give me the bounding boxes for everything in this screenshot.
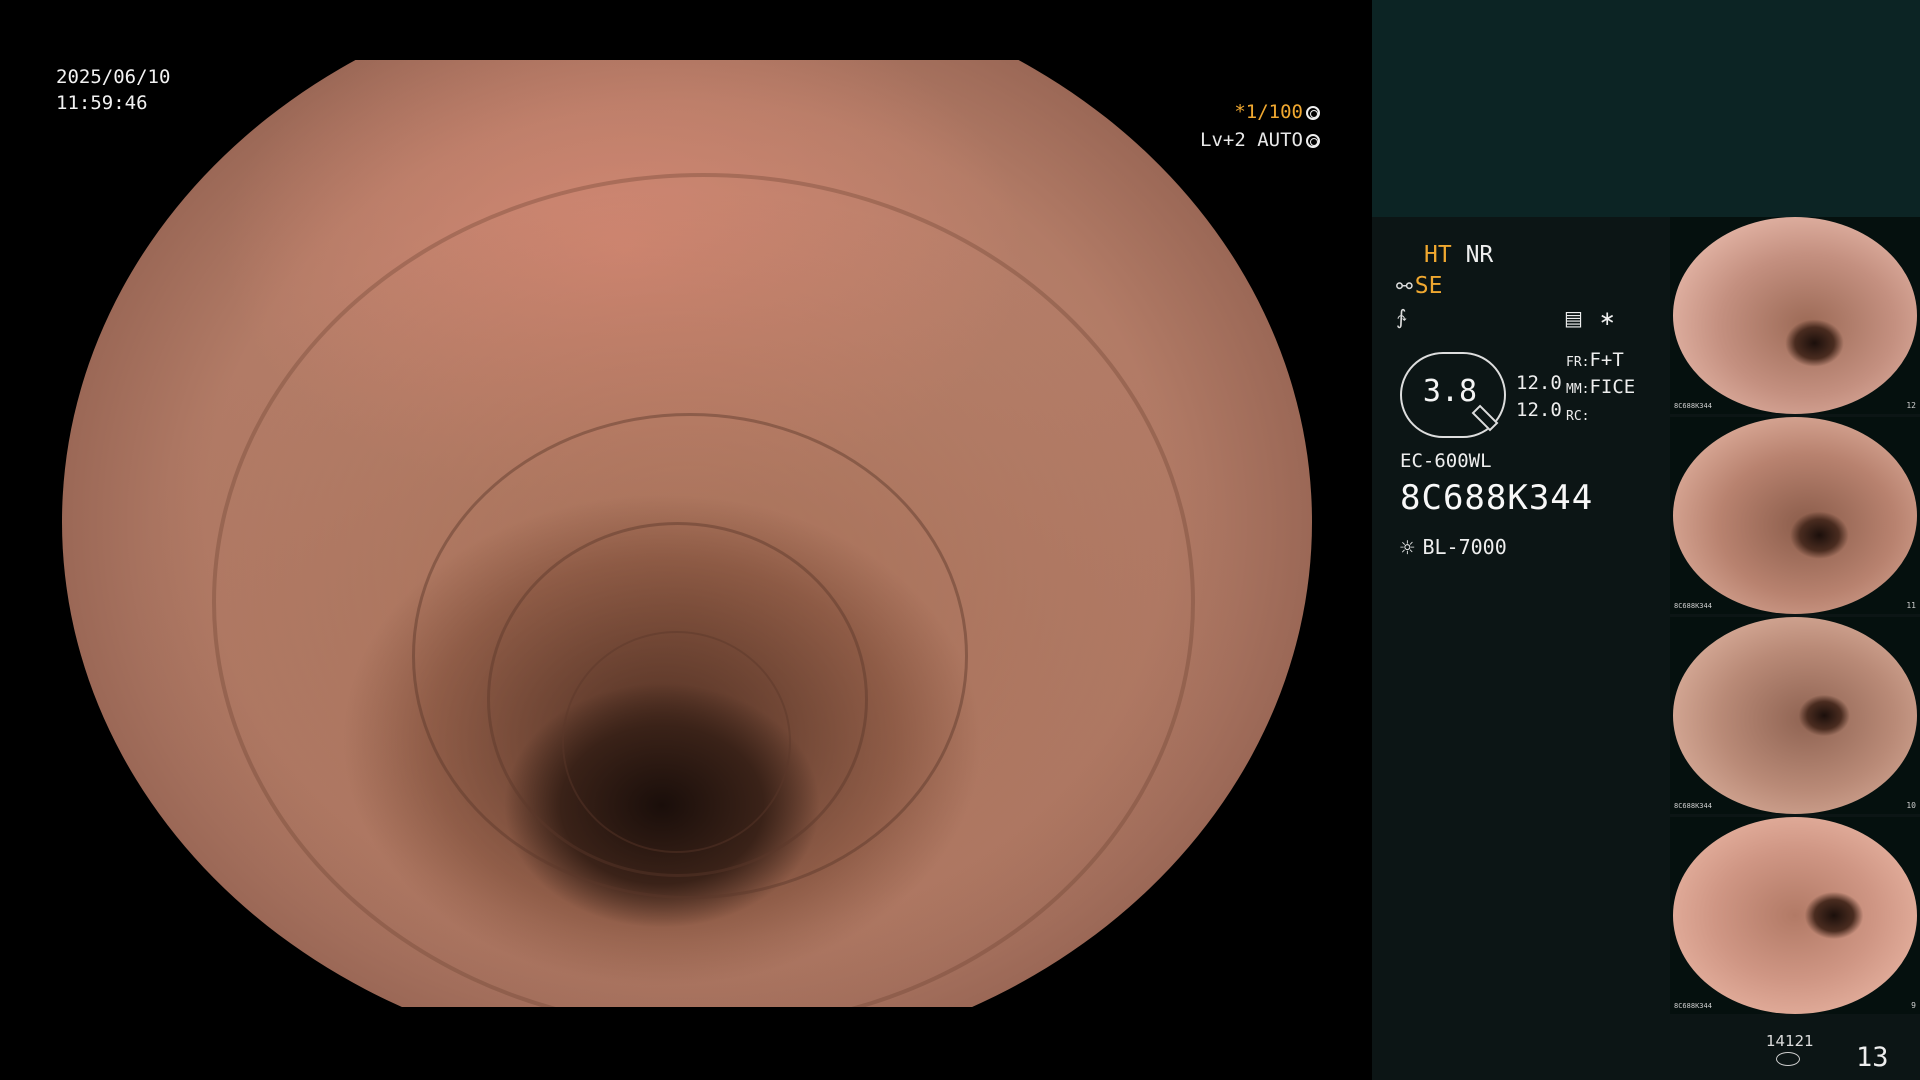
zoom-param-1: 12.0 <box>1516 372 1562 394</box>
thumbnail-image <box>1673 217 1917 414</box>
mm-label: MM: <box>1566 382 1590 397</box>
endoscope-view: 2025/06/10 11:59:46 *1/100 Lv+2 AUTO <box>0 0 1372 1080</box>
date-time: 2025/06/10 11:59:46 <box>56 64 170 116</box>
ht-indicator: HT <box>1424 242 1452 268</box>
light-source-icon: ☼ <box>1400 534 1415 562</box>
thumbnail-serial: 8C688K344 <box>1674 1002 1712 1010</box>
thumbnail[interactable]: 8C688K344 9 <box>1670 817 1920 1014</box>
storage-disk-icon <box>1776 1052 1800 1066</box>
panel-icons: ▤ ∗ <box>1564 306 1632 330</box>
thumbnail[interactable]: 8C688K344 12 <box>1670 217 1920 414</box>
thumbnail[interactable]: 8C688K344 11 <box>1670 417 1920 614</box>
zoom-value: 3.8 <box>1422 374 1478 409</box>
panel-header <box>1372 0 1920 217</box>
scope-serial: 8C688K344 <box>1400 478 1594 518</box>
auto-iris-icon <box>1306 134 1320 148</box>
fr-value: F+T <box>1589 349 1624 371</box>
shutter-icon <box>1306 106 1320 120</box>
thumbnail-serial: 8C688K344 <box>1674 602 1712 610</box>
edge-enhance-icon: ∱ <box>1396 305 1407 329</box>
mm-value: FICE <box>1589 376 1636 398</box>
shutter-speed: *1/100 <box>1234 101 1303 123</box>
processing-settings: HT NR ⚯SE ∱ <box>1396 240 1696 333</box>
brightness-level: Lv+2 AUTO <box>1200 129 1303 151</box>
page-number: 13 <box>1856 1042 1889 1073</box>
image-counter: 14121 <box>1766 1032 1814 1050</box>
thumbnail-serial: 8C688K344 <box>1674 402 1712 410</box>
light-source-model: BL-7000 <box>1422 535 1507 559</box>
thumbnail-number: 11 <box>1906 601 1916 610</box>
endoscopic-image <box>62 60 1312 1007</box>
thumbnail-number: 9 <box>1911 1001 1916 1010</box>
structure-enhance-icon: ⚯ <box>1396 274 1413 298</box>
mucosal-fold <box>212 173 1195 1007</box>
thumbnail-image <box>1673 617 1917 814</box>
se-indicator: SE <box>1414 273 1443 299</box>
thumbnail-image <box>1673 817 1917 1014</box>
thumbnail-serial: 8C688K344 <box>1674 802 1712 810</box>
scope-model: EC-600WL <box>1400 450 1492 472</box>
mode-params: FR:F+T MM:FICE RC: <box>1566 348 1635 429</box>
thumbnail[interactable]: 8C688K344 10 <box>1670 617 1920 814</box>
exposure-info: *1/100 Lv+2 AUTO <box>1190 98 1320 154</box>
thumbnail-number: 10 <box>1906 801 1916 810</box>
settings-list-icon: ▤ <box>1564 306 1583 330</box>
nr-indicator: NR <box>1465 242 1494 268</box>
zoom-params: 12.0 12.0 <box>1516 370 1562 424</box>
light-source: ☼ BL-7000 <box>1400 534 1507 562</box>
asterisk-icon: ∗ <box>1598 306 1616 330</box>
thumbnail-strip: 8C688K344 12 8C688K344 11 8C688K344 10 8… <box>1670 217 1920 1017</box>
zoom-indicator: 3.8 <box>1400 352 1506 438</box>
fr-label: FR: <box>1566 355 1590 370</box>
thumbnail-number: 12 <box>1906 401 1916 410</box>
rc-label: RC: <box>1566 409 1590 424</box>
date-text: 2025/06/10 <box>56 66 171 88</box>
zoom-param-2: 12.0 <box>1516 399 1562 421</box>
time-text: 11:59:46 <box>56 92 148 114</box>
thumbnail-image <box>1673 417 1917 614</box>
